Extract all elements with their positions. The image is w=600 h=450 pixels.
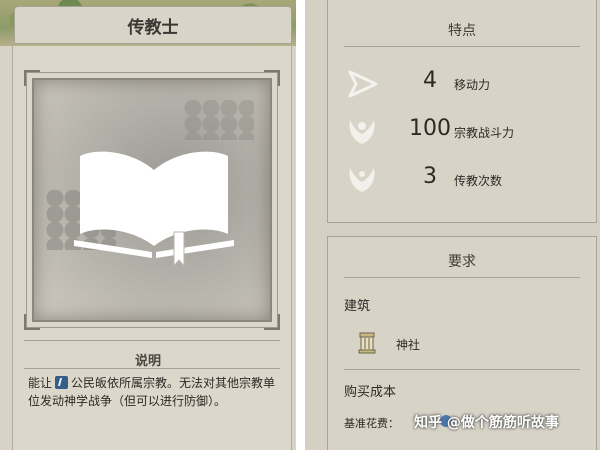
shrine-icon <box>358 332 376 354</box>
section-divider <box>24 368 280 369</box>
movement-arrow-icon <box>348 70 378 98</box>
description-text-start: 能让 <box>28 376 53 390</box>
frame-corner-ornament <box>24 70 40 86</box>
unit-title: 传教士 <box>14 6 292 44</box>
frame-corner-ornament <box>264 70 280 86</box>
map-hex-texture <box>184 100 254 140</box>
religious-strength-value: 100 <box>409 116 451 141</box>
spread-charges-value: 3 <box>423 164 437 189</box>
religious-strength-label: 宗教战斗力 <box>454 126 515 140</box>
base-cost-label: 基准花费： <box>344 417 399 430</box>
stat-row-religious-strength: 100 宗教战斗力 <box>328 112 596 152</box>
religion-icon <box>55 376 69 389</box>
stat-row-spread-charges: 3 传教次数 <box>328 160 596 200</box>
unit-stats-panel: 特点 4 移动力 100 宗教战斗力 3 传教次数 要求 建筑 神社 购买成本 … <box>305 0 600 450</box>
building-label: 建筑 <box>344 299 371 314</box>
open-book-icon <box>74 151 234 266</box>
description-text: 能让 公民皈依所属宗教。无法对其他宗教单位发动神学战争（但可以进行防御）。 <box>28 374 280 410</box>
spread-religion-icon <box>349 168 375 192</box>
stat-row-movement: 4 移动力 <box>328 64 596 104</box>
features-box: 特点 4 移动力 100 宗教战斗力 3 传教次数 <box>327 0 597 223</box>
spread-charges-label: 传教次数 <box>454 174 503 188</box>
required-building-name: 神社 <box>396 338 421 352</box>
section-divider <box>24 340 280 341</box>
religious-strength-icon <box>349 120 375 144</box>
movement-label: 移动力 <box>454 78 491 92</box>
frame-corner-ornament <box>24 314 40 330</box>
unit-info-card: 传教士 说明 能让 公民皈依所属宗教。无法对其他宗教单位发动神学战争（但可以进行防… <box>0 0 296 450</box>
unit-portrait-frame <box>24 70 280 330</box>
description-header: 说明 <box>134 354 161 369</box>
movement-value: 4 <box>423 68 437 93</box>
title-divider <box>344 277 580 278</box>
purchase-cost-label: 购买成本 <box>344 385 397 400</box>
requirements-title: 要求 <box>448 254 476 270</box>
section-divider <box>344 369 580 370</box>
frame-corner-ornament <box>264 314 280 330</box>
watermark: 知乎 @做个筋筋听故事 <box>414 415 559 431</box>
title-divider <box>344 46 580 47</box>
features-title: 特点 <box>448 23 476 39</box>
